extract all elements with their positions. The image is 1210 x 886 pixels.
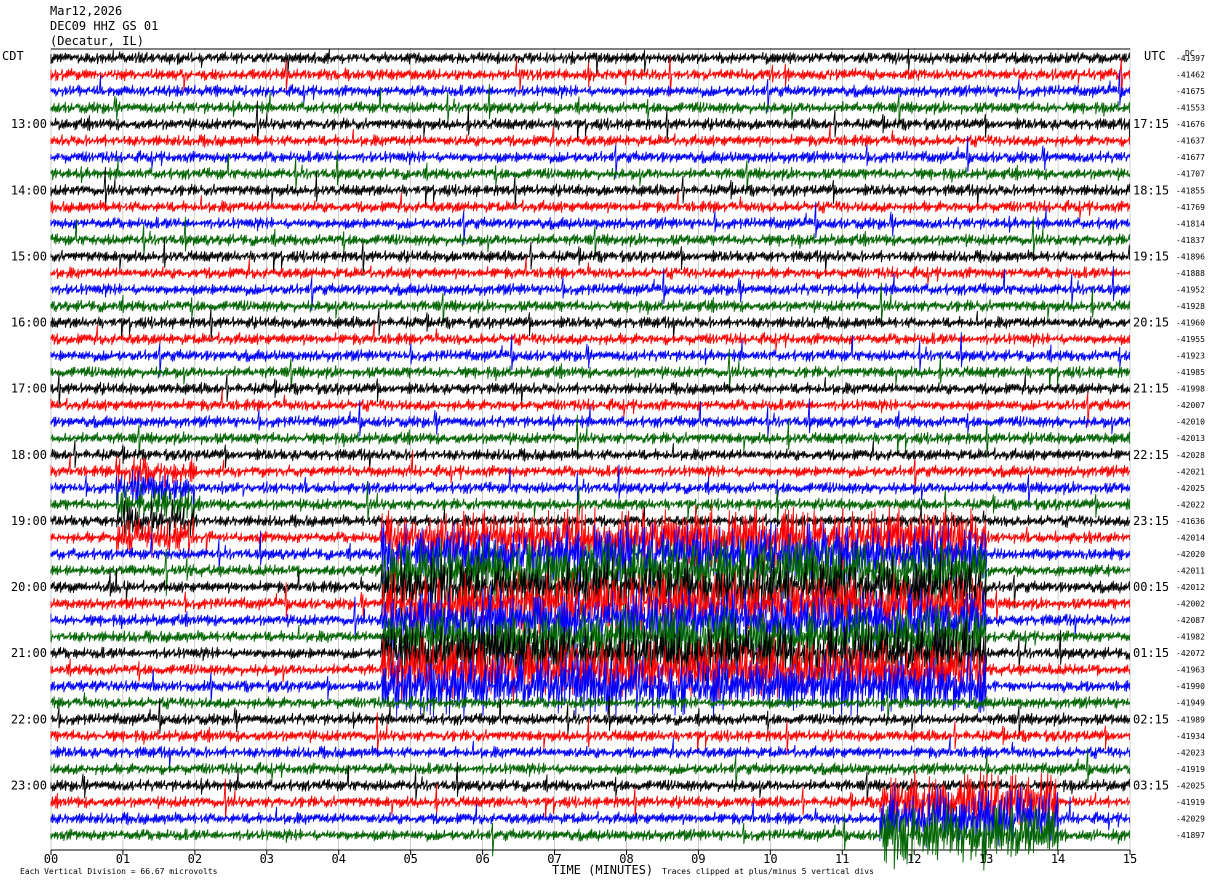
- dc-offset-label: -42087: [1176, 616, 1205, 625]
- seismic-trace: [50, 803, 1130, 871]
- dc-offset-label: -41897: [1176, 831, 1205, 840]
- footer-clip-note: Traces clipped at plus/minus 5 vertical …: [662, 867, 874, 876]
- seismic-trace: [50, 190, 1130, 219]
- dc-offset-label: -42072: [1176, 649, 1205, 658]
- left-hour-label: 19:00: [11, 514, 47, 528]
- right-hour-label: 02:15: [1133, 712, 1169, 726]
- dc-offset-label: -42013: [1176, 434, 1205, 443]
- dc-offset-label: -42029: [1176, 814, 1205, 823]
- dc-offset-label: -41919: [1176, 798, 1205, 807]
- x-tick-label: 14: [1051, 852, 1065, 866]
- dc-offset-label: -42028: [1176, 451, 1205, 460]
- x-tick-label: 06: [475, 852, 489, 866]
- seismic-trace: [50, 323, 1130, 351]
- dc-offset-label: -42007: [1176, 401, 1205, 410]
- x-tick-label: 02: [188, 852, 202, 866]
- x-tick-label: 11: [835, 852, 849, 866]
- x-tick-label: 13: [979, 852, 993, 866]
- x-tick-label: 03: [260, 852, 274, 866]
- dc-offset-label: -41923: [1176, 352, 1205, 361]
- footer-scale-note: Each Vertical Division = 66.67 microvolt…: [20, 867, 218, 876]
- seismogram-plot: 00 01 02 03 04 05 06 07 08 09 10 11 12 13 14 1513:00 17:…: [11, 48, 1205, 871]
- dc-offset-label: -42012: [1176, 583, 1205, 592]
- dc-offset-label: -42023: [1176, 748, 1205, 757]
- dc-offset-label: -41769: [1176, 203, 1205, 212]
- dc-offset-label: -41462: [1176, 71, 1205, 80]
- dc-offset-label: -41919: [1176, 765, 1205, 774]
- left-hour-label: 13:00: [11, 117, 47, 131]
- dc-column-label: DC: [1185, 49, 1195, 58]
- dc-offset-label: -41676: [1176, 120, 1205, 129]
- dc-offset-label: -41963: [1176, 666, 1205, 675]
- left-hour-label: 18:00: [11, 448, 47, 462]
- header-station: DEC09 HHZ GS 01: [50, 19, 159, 33]
- left-hour-label: 21:00: [11, 646, 47, 660]
- dc-offset-label: -42022: [1176, 500, 1205, 509]
- x-tick-label: 01: [116, 852, 130, 866]
- seismic-trace: [50, 650, 1130, 720]
- dc-offset-label: -41837: [1176, 236, 1205, 245]
- dc-offset-label: -41636: [1176, 517, 1205, 526]
- left-hour-label: 23:00: [11, 778, 47, 792]
- dc-offset-label: -41675: [1176, 87, 1205, 96]
- dc-offset-label: -41989: [1176, 715, 1205, 724]
- x-tick-label: 15: [1123, 852, 1137, 866]
- dc-offset-label: -42002: [1176, 600, 1205, 609]
- x-tick-label: 00: [44, 852, 58, 866]
- right-hour-label: 00:15: [1133, 580, 1169, 594]
- dc-offset-label: -41982: [1176, 633, 1205, 642]
- dc-offset-label: -41707: [1176, 170, 1205, 179]
- seismic-trace: [50, 257, 1130, 285]
- dc-offset-label: -41677: [1176, 153, 1205, 162]
- dc-offset-label: -41553: [1176, 104, 1205, 113]
- dc-offset-label: -42010: [1176, 418, 1205, 427]
- left-hour-label: 20:00: [11, 580, 47, 594]
- dc-offset-label: -41949: [1176, 699, 1205, 708]
- dc-offset-label: -42014: [1176, 533, 1205, 542]
- x-tick-label: 09: [691, 852, 705, 866]
- dc-offset-label: -42025: [1176, 781, 1205, 790]
- x-tick-label: 12: [907, 852, 921, 866]
- x-tick-label: 04: [332, 852, 346, 866]
- dc-offset-label: -41990: [1176, 682, 1205, 691]
- left-hour-label: 16:00: [11, 316, 47, 330]
- right-hour-label: 22:15: [1133, 448, 1169, 462]
- right-hour-label: 23:15: [1133, 514, 1169, 528]
- dc-offset-label: -42020: [1176, 550, 1205, 559]
- dc-offset-label: -41955: [1176, 335, 1205, 344]
- header-date: Mar12,2026: [50, 4, 123, 18]
- dc-offset-label: -41814: [1176, 219, 1205, 228]
- left-hour-label: 14:00: [11, 183, 47, 197]
- left-hour-label: 22:00: [11, 712, 47, 726]
- dc-offset-label: -42021: [1176, 467, 1205, 476]
- right-timezone-label: UTC: [1144, 49, 1166, 63]
- x-tick-label: 10: [763, 852, 777, 866]
- dc-offset-label: -41888: [1176, 269, 1205, 278]
- dc-offset-label: -41928: [1176, 302, 1205, 311]
- dc-offset-label: -42011: [1176, 566, 1205, 575]
- dc-offset-label: -41855: [1176, 186, 1205, 195]
- right-hour-label: 17:15: [1133, 117, 1169, 131]
- header-location: (Decatur, IL): [50, 34, 144, 48]
- dc-offset-label: -41896: [1176, 252, 1205, 261]
- dc-offset-label: -41952: [1176, 285, 1205, 294]
- dc-offset-label: -41998: [1176, 385, 1205, 394]
- dc-offset-label: -41985: [1176, 368, 1205, 377]
- left-hour-label: 17:00: [11, 382, 47, 396]
- x-tick-label: 05: [403, 852, 417, 866]
- x-axis-title: TIME (MINUTES): [552, 863, 654, 877]
- dc-offset-label: -41960: [1176, 319, 1205, 328]
- right-hour-label: 21:15: [1133, 382, 1169, 396]
- right-hour-label: 20:15: [1133, 316, 1169, 330]
- right-hour-label: 18:15: [1133, 183, 1169, 197]
- right-hour-label: 03:15: [1133, 778, 1169, 792]
- left-timezone-label: CDT: [2, 49, 24, 63]
- dc-offset-label: -42025: [1176, 484, 1205, 493]
- dc-offset-label: -41934: [1176, 732, 1205, 741]
- left-hour-label: 15:00: [11, 249, 47, 263]
- dc-offset-label: -41637: [1176, 137, 1205, 146]
- right-hour-label: 01:15: [1133, 646, 1169, 660]
- right-hour-label: 19:15: [1133, 249, 1169, 263]
